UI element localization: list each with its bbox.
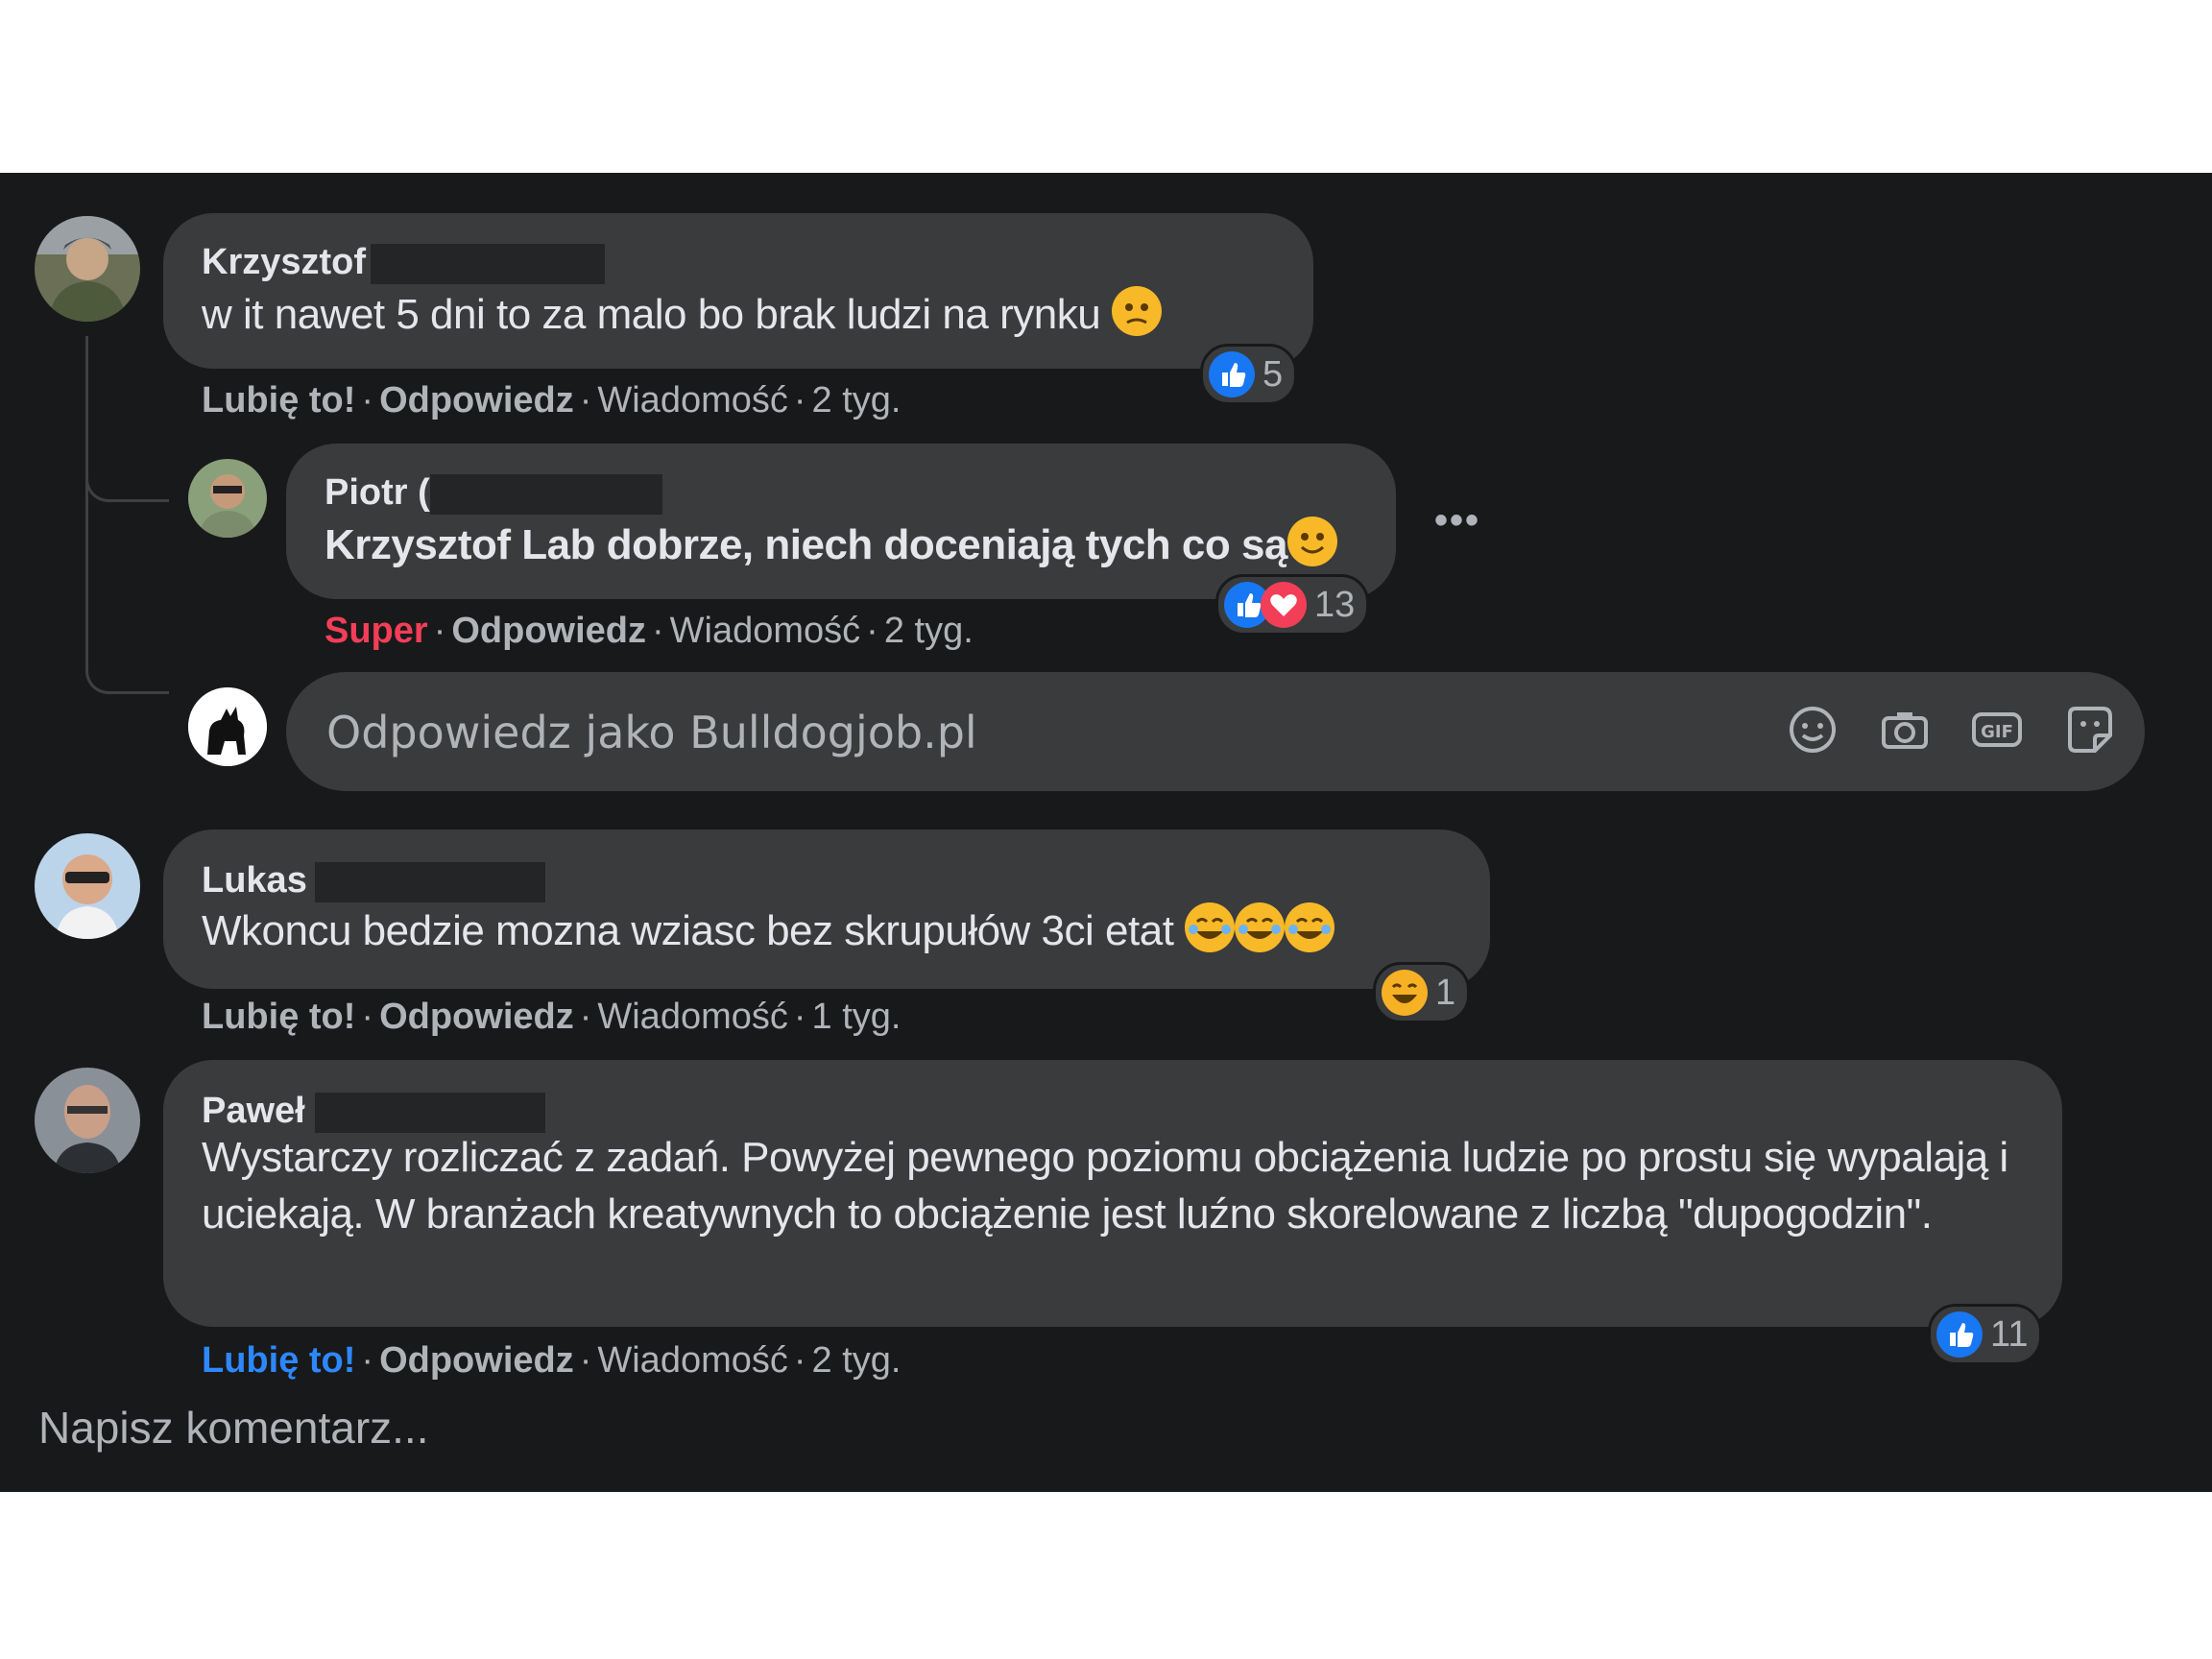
write-comment-field[interactable]: Napisz komentarz... [38, 1402, 428, 1454]
comment-author[interactable]: Piotr ( [325, 472, 430, 514]
reply-link[interactable]: Odpowiedz [379, 1340, 574, 1381]
reply-link[interactable]: Odpowiedz [379, 380, 574, 421]
avatar[interactable] [35, 833, 140, 939]
super-link[interactable]: Super [325, 611, 428, 651]
avatar-photo-icon [35, 216, 140, 322]
more-options-icon[interactable]: ••• [1434, 499, 1480, 542]
avatar-photo-icon [188, 459, 267, 538]
message-link[interactable]: Wiadomość [597, 380, 788, 421]
redaction-box [315, 862, 545, 902]
camera-icon[interactable] [1876, 701, 1934, 758]
comment-author[interactable]: Krzysztof [202, 242, 366, 283]
gif-icon[interactable]: GIF [1968, 701, 2026, 758]
like-reaction-icon [1209, 351, 1255, 397]
svg-text:GIF: GIF [1981, 722, 2013, 742]
reply-link[interactable]: Odpowiedz [379, 997, 574, 1037]
message-link[interactable]: Wiadomość [597, 997, 788, 1037]
like-reaction-icon [1936, 1311, 1983, 1358]
tears-of-joy-emoji-icon [1185, 902, 1236, 952]
comment-actions: Lubię to! · Odpowiedz · Wiadomość · 2 tyg. [202, 380, 902, 421]
like-link[interactable]: Lubię to! [202, 1340, 355, 1381]
reaction-count: 11 [1990, 1313, 2029, 1355]
comment-actions: Lubię to! · Odpowiedz · Wiadomość · 2 tyg. [202, 1340, 902, 1381]
comment-text-content: Wkoncu bedzie mozna wziasc bez skrupułów… [202, 907, 1174, 954]
tears-of-joy-emoji-icon [1285, 902, 1335, 952]
comment-actions: Super · Odpowiedz · Wiadomość · 2 tyg. [325, 611, 974, 651]
smiley-icon[interactable] [1784, 701, 1841, 758]
reply-link[interactable]: Odpowiedz [451, 611, 646, 651]
comment-author[interactable]: Paweł [202, 1091, 305, 1132]
comments-panel: Krzysztof w it nawet 5 dni to za malo bo… [0, 173, 2212, 1492]
reactions-badge[interactable]: 13 [1215, 574, 1370, 636]
thread-line [85, 336, 88, 662]
comment-author[interactable]: Lukas [202, 860, 307, 902]
redaction-box [430, 474, 662, 515]
timestamp[interactable]: 2 tyg. [812, 380, 902, 421]
like-link[interactable]: Lubię to! [202, 380, 355, 421]
reactions-badge[interactable]: 5 [1200, 344, 1298, 405]
avatar-photo-icon [35, 833, 140, 939]
sad-face-emoji-icon [1111, 286, 1162, 336]
like-link[interactable]: Lubię to! [202, 997, 355, 1037]
haha-reaction-icon [1382, 970, 1428, 1016]
comment-text: Wystarczy rozliczać z zadań. Powyżej pew… [202, 1134, 2008, 1238]
avatar[interactable] [35, 216, 140, 322]
comment-text-content: w it nawet 5 dni to za malo bo brak ludz… [202, 291, 1101, 338]
reactions-badge[interactable]: 1 [1373, 962, 1471, 1023]
reaction-count: 13 [1314, 584, 1356, 625]
comment-text: Wkoncu bedzie mozna wziasc bez skrupułów… [202, 902, 1335, 955]
timestamp[interactable]: 2 tyg. [884, 611, 974, 651]
redaction-box [315, 1093, 545, 1133]
timestamp[interactable]: 2 tyg. [812, 1340, 902, 1381]
page-avatar [188, 687, 267, 766]
comment-text: Krzysztof Lab dobrze, niech doceniają ty… [325, 517, 1337, 569]
tears-of-joy-emoji-icon [1235, 902, 1286, 952]
reaction-count: 5 [1262, 353, 1284, 395]
bulldog-logo-icon [188, 687, 267, 766]
comment-text-content: Krzysztof Lab dobrze, niech doceniają ty… [325, 521, 1287, 568]
smiling-face-emoji-icon [1286, 517, 1337, 566]
reactions-badge[interactable]: 11 [1928, 1304, 2043, 1365]
redaction-box [371, 244, 605, 284]
love-reaction-icon [1261, 582, 1307, 628]
avatar[interactable] [35, 1068, 140, 1173]
thread-branch [85, 461, 169, 502]
avatar-photo-icon [35, 1068, 140, 1173]
timestamp[interactable]: 1 tyg. [812, 997, 902, 1037]
comment-actions: Lubię to! · Odpowiedz · Wiadomość · 1 tyg. [202, 997, 902, 1037]
avatar[interactable] [188, 459, 267, 538]
message-link[interactable]: Wiadomość [670, 611, 861, 651]
message-link[interactable]: Wiadomość [597, 1340, 788, 1381]
reply-input-box[interactable]: GIF [286, 672, 2145, 793]
reply-input[interactable] [325, 672, 1768, 793]
thread-branch [85, 624, 169, 694]
comment-text: w it nawet 5 dni to za malo bo brak ludz… [202, 286, 1162, 339]
sticker-icon[interactable] [2060, 701, 2118, 758]
reaction-count: 1 [1435, 972, 1456, 1013]
